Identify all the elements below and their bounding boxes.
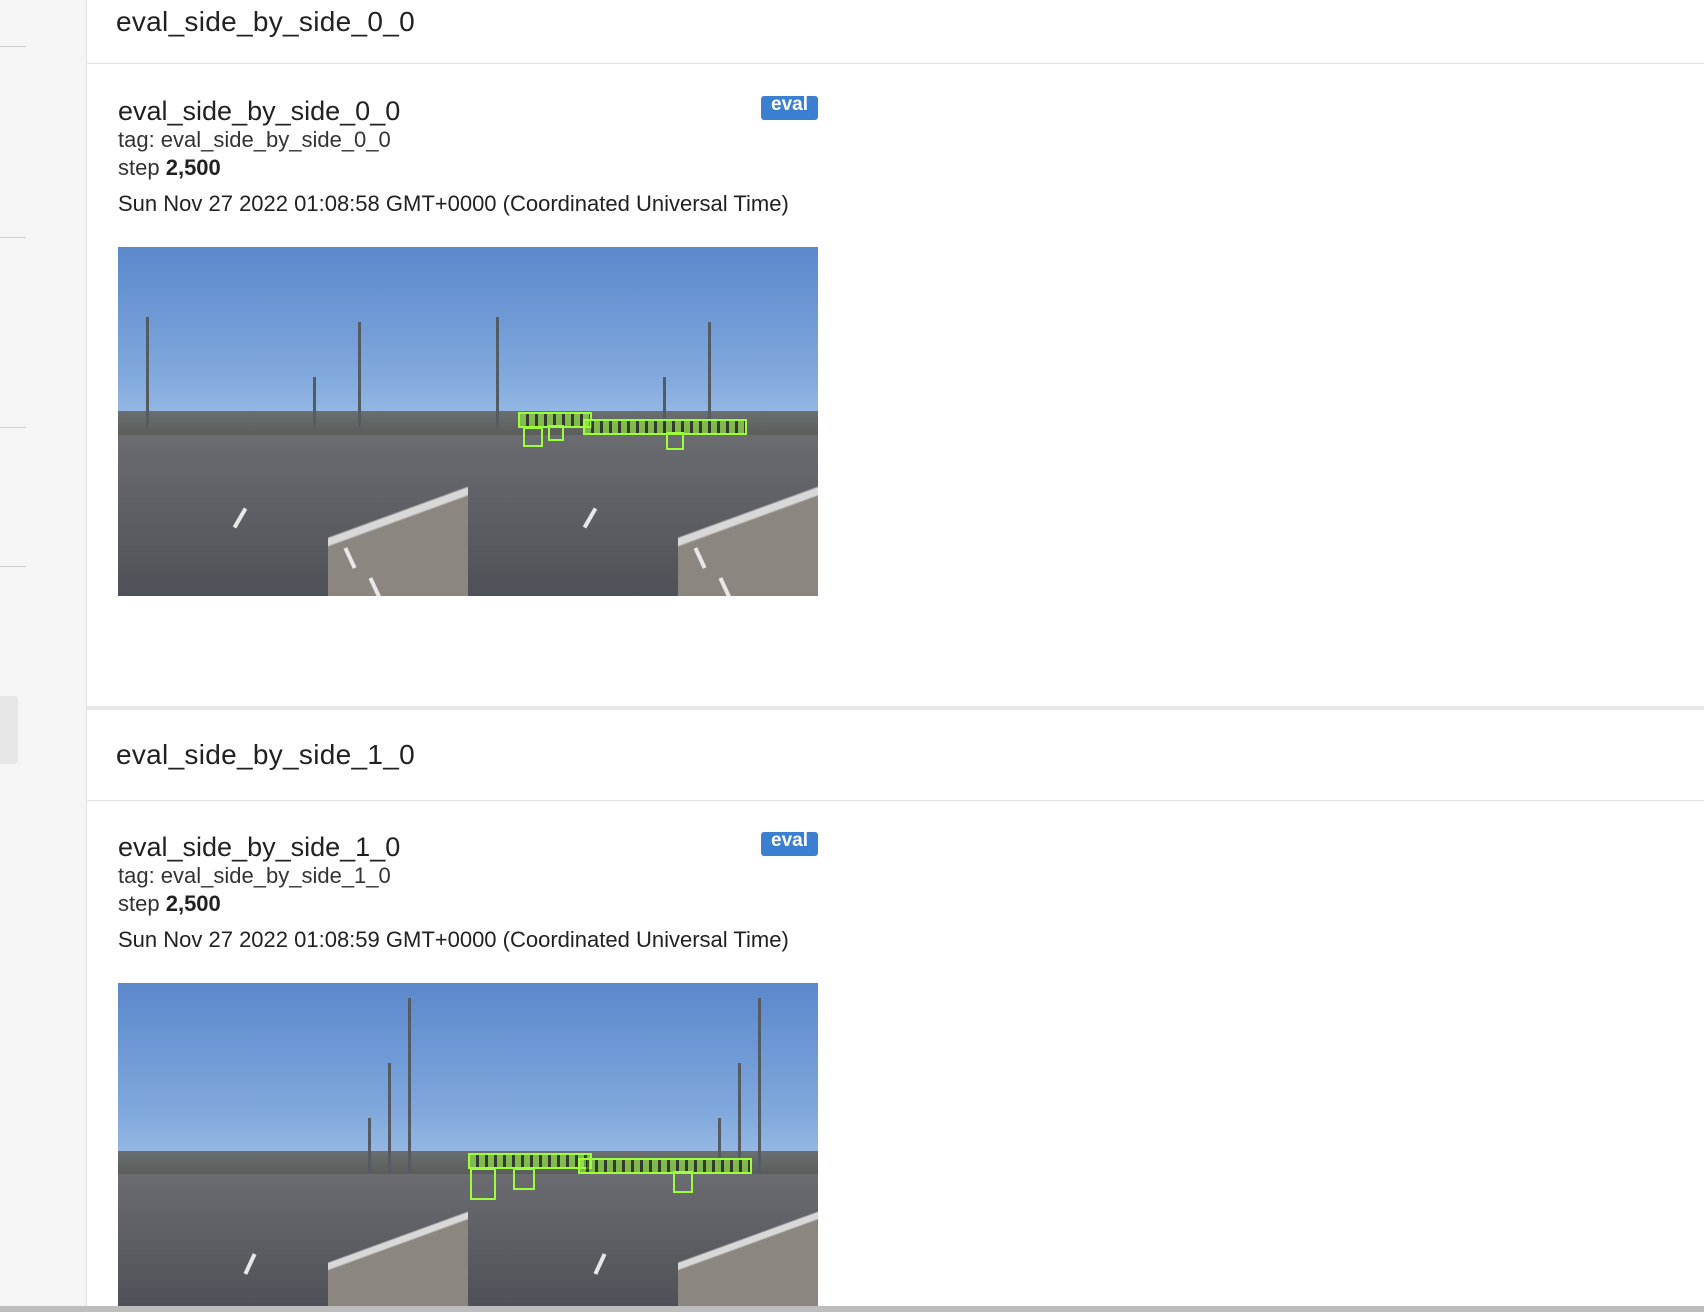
detection-box (548, 425, 564, 441)
sidebar-divider (0, 566, 26, 567)
step-value: 2,500 (165, 891, 221, 916)
step-label: step (118, 891, 160, 916)
section-title: eval_side_by_side_0_0 (116, 6, 415, 37)
section-header[interactable]: eval_side_by_side_0_0 (87, 0, 1704, 64)
left-sidebar (0, 0, 87, 1306)
camera-image-left (118, 983, 468, 1306)
detection-box (523, 427, 543, 447)
detection-box (666, 432, 684, 450)
tag-label: tag: eval_side_by_side_1_0 (118, 863, 391, 888)
tag-label: tag: eval_side_by_side_0_0 (118, 127, 391, 152)
detection-boxes (583, 419, 747, 435)
step-label: step (118, 155, 160, 180)
card-title: eval_side_by_side_1_0 (118, 832, 401, 862)
sidebar-scrollbar-thumb[interactable] (0, 696, 18, 764)
side-by-side-image[interactable] (118, 247, 818, 596)
detection-boxes (578, 1158, 752, 1174)
detection-box (513, 1168, 535, 1190)
section-title: eval_side_by_side_1_0 (116, 739, 415, 770)
sidebar-divider (0, 427, 26, 428)
run-badge: eval (761, 831, 818, 856)
window-bottom-edge (0, 1306, 1704, 1312)
side-by-side-image[interactable] (118, 983, 818, 1306)
card-title: eval_side_by_side_0_0 (118, 96, 401, 126)
sidebar-divider (0, 237, 26, 238)
timestamp: Sun Nov 27 2022 01:08:58 GMT+0000 (Coord… (118, 191, 789, 216)
section-header[interactable]: eval_side_by_side_1_0 (87, 710, 1704, 801)
detection-box (470, 1168, 496, 1200)
step-line: step 2,500 (118, 155, 221, 181)
step-line: step 2,500 (118, 891, 221, 917)
camera-image-right-with-detections (468, 247, 818, 596)
detection-boxes (468, 1153, 592, 1169)
sidebar-divider (0, 46, 26, 47)
timestamp: Sun Nov 27 2022 01:08:59 GMT+0000 (Coord… (118, 927, 789, 952)
run-badge: eval (761, 95, 818, 120)
detection-box (673, 1171, 693, 1193)
main-content: eval_side_by_side_0_0 eval_side_by_side_… (87, 0, 1704, 1306)
camera-image-right-with-detections (468, 983, 818, 1306)
step-value: 2,500 (165, 155, 221, 180)
camera-image-left (118, 247, 468, 596)
